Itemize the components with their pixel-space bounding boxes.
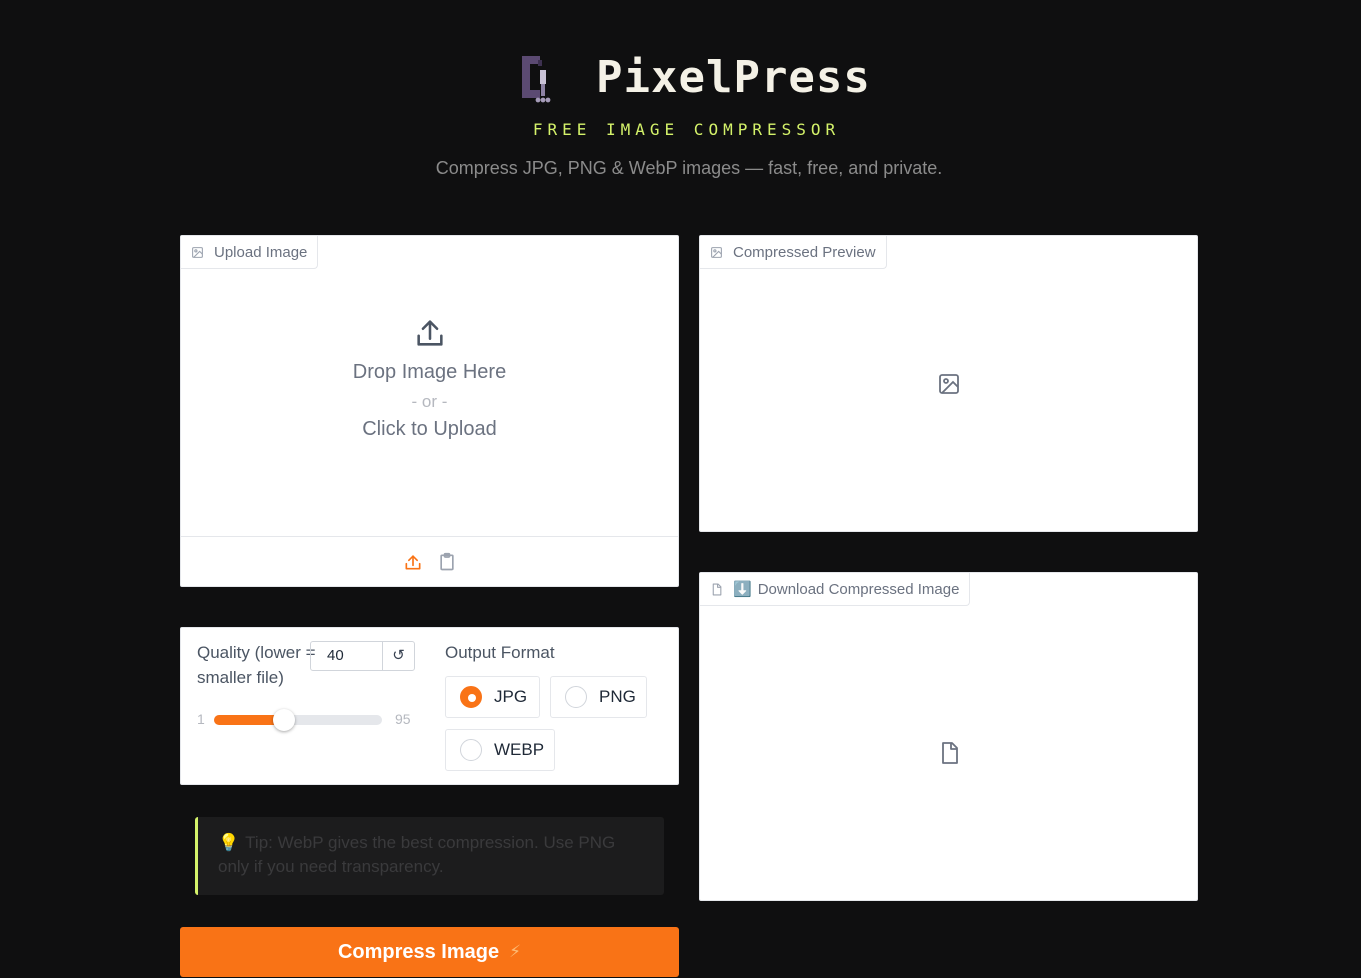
quality-slider[interactable] [214,709,382,731]
preview-tab: Compressed Preview [700,236,887,269]
quality-value[interactable]: 40 [311,642,383,670]
lightning-icon: ⚡ [509,942,522,961]
tagline: FREE IMAGE COMPRESSOR [532,120,841,139]
image-icon [192,246,203,258]
upload-tab: Upload Image [181,236,319,269]
quality-label: Quality (lower = smaller file) [197,643,316,687]
image-icon [711,246,722,258]
subtitle: Compress JPG, PNG & WebP images — fast, … [435,158,943,178]
download-arrow-icon: ⬇️ [733,580,752,598]
download-panel: ⬇️ Download Compressed Image [699,572,1198,901]
settings-panel: Quality (lower = smaller file) 40 ↺ 1 95… [180,627,679,785]
preview-tab-label: Compressed Preview [733,243,876,261]
format-option-label: PNG [599,687,636,706]
format-option-png[interactable]: PNG [550,676,647,718]
format-option-webp[interactable]: WEBP [445,729,555,771]
compress-button-label: Compress Image [337,940,500,963]
quality-number-input[interactable]: 40 ↺ [310,641,415,671]
slider-max-label: 95 [395,711,411,727]
header: PixelPress FREE IMAGE COMPRESSOR Compres… [0,0,1361,200]
click-to-upload[interactable]: Click to Upload [181,418,678,441]
clamp-logo-icon [522,56,551,103]
format-option-label: JPG [494,687,528,706]
tip-text: Tip: WebP gives the best compression. Us… [218,833,616,876]
image-placeholder-icon [938,374,959,394]
tip-box: 💡 Tip: WebP gives the best compression. U… [195,817,664,895]
upload-source-icon[interactable] [403,552,423,572]
format-option-jpg[interactable]: JPG [445,676,540,718]
radio-jpg[interactable] [460,686,482,708]
download-tab-label: Download Compressed Image [757,580,960,598]
slider-min-label: 1 [197,711,205,727]
preview-panel: Compressed Preview [699,235,1198,532]
upload-source-bar [181,536,678,586]
upload-tab-label: Upload Image [214,243,308,261]
or-text: - or - [411,392,448,411]
upload-icon [416,320,443,346]
compress-button[interactable]: Compress Image ⚡ [180,927,679,977]
drop-text: Drop Image Here [352,361,507,383]
file-icon [712,583,722,595]
drop-zone[interactable]: Drop Image Here - or - Click to Upload [181,316,678,441]
lightbulb-icon: 💡 [218,833,240,853]
radio-webp[interactable] [460,739,482,761]
quality-slider-thumb[interactable] [273,709,295,731]
format-label: Output Format [445,643,555,662]
upload-panel[interactable]: Upload Image Drop Image Here - or - Clic… [180,235,679,587]
brand-title: PixelPress [596,52,871,103]
clipboard-icon[interactable] [437,552,457,572]
download-tab: ⬇️ Download Compressed Image [700,573,971,606]
reset-icon[interactable]: ↺ [383,642,414,670]
format-option-label: WEBP [494,740,545,759]
radio-png[interactable] [565,686,587,708]
file-placeholder-icon [941,742,958,764]
